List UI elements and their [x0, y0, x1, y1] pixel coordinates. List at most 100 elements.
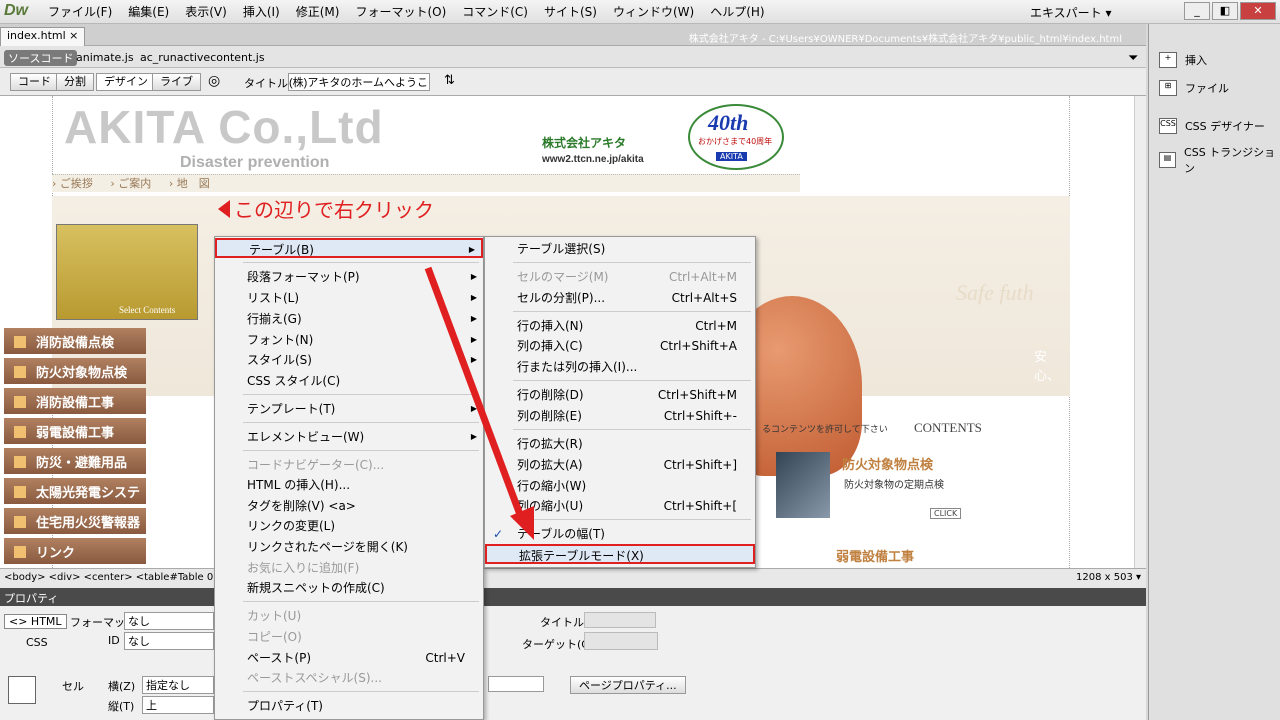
panel-insert[interactable]: + 挿入 — [1159, 52, 1207, 68]
refresh-icon[interactable]: ⇅ — [444, 73, 455, 88]
title-prop-input[interactable] — [584, 612, 656, 628]
panel-css-transitions[interactable]: ▤ CSS トランジション — [1159, 144, 1280, 176]
menu-item-label: 列の縮小(U) — [517, 499, 584, 513]
id-select[interactable]: なし — [124, 632, 214, 650]
menu-item[interactable]: 列の挿入(C) Ctrl+Shift+A — [485, 336, 755, 356]
sidenav-label: リンク — [36, 546, 76, 561]
menu-item-label: ペースト(P) — [247, 651, 311, 665]
menu-item-label: 行の縮小(W) — [517, 479, 587, 493]
menu-file[interactable]: ファイル(F) — [40, 4, 120, 20]
panel-files[interactable]: ⊞ ファイル — [1159, 80, 1229, 96]
menu-item[interactable]: フォント(N) ▶ — [215, 330, 483, 350]
menu-edit[interactable]: 編集(E) — [120, 4, 177, 20]
sidenav-item[interactable]: 防火対象物点検 — [4, 358, 146, 384]
click-button[interactable]: CLICK — [930, 508, 962, 519]
filter-icon[interactable]: ⏷ — [1128, 51, 1138, 66]
menu-item[interactable]: 行の挿入(N) Ctrl+M — [485, 316, 755, 336]
horizontal-select[interactable]: 指定なし — [142, 676, 214, 694]
sidenav-item[interactable]: 住宅用火災警報器 — [4, 508, 146, 534]
tab-index-html[interactable]: index.html × — [0, 27, 86, 46]
menu-item[interactable]: ペースト(P) Ctrl+V — [215, 648, 483, 668]
document-tabs: index.html × 株式会社アキタ - C:¥Users¥OWNER¥Do… — [0, 24, 1146, 46]
code-view-button[interactable]: コード — [10, 73, 59, 91]
nav-map[interactable]: › 地 図 — [169, 177, 210, 190]
shortcut-label: Ctrl+Alt+S — [671, 291, 737, 305]
menu-item[interactable]: 行の削除(D) Ctrl+Shift+M — [485, 385, 755, 405]
menu-item[interactable]: テーブル(B) ▶ — [215, 238, 483, 258]
menu-item[interactable]: 行揃え(G) ▶ — [215, 309, 483, 329]
menu-item[interactable]: エレメントビュー(W) ▶ — [215, 427, 483, 447]
format-select[interactable]: なし — [124, 612, 214, 630]
menu-item[interactable]: CSS スタイル(C) — [215, 371, 483, 391]
menu-item[interactable]: 列の削除(E) Ctrl+Shift+- — [485, 406, 755, 426]
menu-item[interactable]: タグを削除(V) <a> — [215, 496, 483, 516]
menu-item[interactable]: 行の縮小(W) — [485, 476, 755, 496]
menu-item[interactable]: テンプレート(T) ▶ — [215, 399, 483, 419]
sidenav-item[interactable]: 弱電設備工事 — [4, 418, 146, 444]
nav-greeting[interactable]: › ご挨拶 — [52, 177, 93, 190]
close-button[interactable]: ✕ — [1240, 2, 1276, 20]
related-files-bar: ソースコード animate.js ac_runactivecontent.js… — [0, 46, 1146, 68]
submenu-arrow-icon: ▶ — [470, 404, 477, 413]
minimize-button[interactable]: _ — [1184, 2, 1210, 20]
design-view-button[interactable]: デザイン — [96, 73, 156, 91]
restore-button[interactable]: ◧ — [1212, 2, 1238, 20]
menu-item[interactable]: HTML の挿入(H)... — [215, 475, 483, 495]
bg-color-input[interactable] — [488, 676, 544, 692]
menu-item-label: エレメントビュー(W) — [247, 430, 365, 444]
live-view-button[interactable]: ライブ — [152, 73, 201, 91]
menu-format[interactable]: フォーマット(O) — [347, 4, 454, 20]
menu-insert[interactable]: 挿入(I) — [235, 4, 288, 20]
menu-item[interactable]: 行の拡大(R) — [485, 434, 755, 454]
globe-icon[interactable]: ◎ — [208, 73, 220, 89]
menu-item[interactable]: 列の縮小(U) Ctrl+Shift+[ — [485, 496, 755, 516]
horizontal-label: 横(Z) — [108, 680, 136, 693]
workspace-switcher[interactable]: エキスパート ▾ — [1030, 4, 1111, 21]
menu-item[interactable]: スタイル(S) ▶ — [215, 350, 483, 370]
menu-item[interactable]: セルの分割(P)... Ctrl+Alt+S — [485, 288, 755, 308]
title-input[interactable] — [288, 73, 430, 91]
sidenav-item[interactable]: 太陽光発電システム — [4, 478, 146, 520]
nav-guide[interactable]: › ご案内 — [110, 177, 151, 190]
menu-separator — [513, 429, 751, 430]
vertical-scrollbar[interactable] — [1134, 96, 1146, 568]
sidenav-item[interactable]: 防災・避難用品 — [4, 448, 146, 474]
tab-close-icon[interactable]: × — [69, 29, 78, 42]
split-view-button[interactable]: 分割 — [56, 73, 94, 91]
menu-item[interactable]: リンクの変更(L) — [215, 516, 483, 536]
sidenav-item[interactable]: リンク — [4, 538, 146, 564]
vertical-select[interactable]: 上 — [142, 696, 214, 714]
menu-item[interactable]: プロパティ(T) — [215, 696, 483, 716]
menu-item[interactable]: 新規スニペットの作成(C) — [215, 578, 483, 598]
related-file-animate[interactable]: animate.js — [76, 51, 134, 64]
window-size[interactable]: 1208 x 503 ▾ — [1076, 572, 1141, 583]
menu-item[interactable]: テーブル選択(S) — [485, 239, 755, 259]
source-code-button[interactable]: ソースコード — [4, 50, 78, 66]
menu-item[interactable]: 行または列の挿入(I)... — [485, 357, 755, 377]
context-menu: テーブル(B) ▶ 段落フォーマット(P) ▶ リスト(L) ▶ 行揃え(G) ▶ フォント(N… — [214, 236, 484, 720]
menu-item: ペーストスペシャル(S)... — [215, 668, 483, 688]
menu-item-label: 新規スニペットの作成(C) — [247, 581, 385, 595]
menu-item[interactable]: 拡張テーブルモード(X) — [485, 544, 755, 564]
panel-css-designer[interactable]: CSS CSS デザイナー — [1159, 118, 1265, 134]
menu-item[interactable]: 段落フォーマット(P) ▶ — [215, 267, 483, 287]
shortcut-label: Ctrl+Alt+M — [668, 270, 737, 284]
right-panel: + 挿入 ⊞ ファイル CSS CSS デザイナー ▤ CSS トランジション — [1148, 24, 1280, 720]
menu-window[interactable]: ウィンドウ(W) — [605, 4, 702, 20]
sidenav-item[interactable]: 消防設備工事 — [4, 388, 146, 414]
html-mode-button[interactable]: <> HTML — [4, 614, 67, 629]
menu-help[interactable]: ヘルプ(H) — [702, 4, 772, 20]
menu-site[interactable]: サイト(S) — [536, 4, 605, 20]
css-mode-button[interactable]: CSS — [26, 636, 48, 649]
menu-item[interactable]: ✓ テーブルの幅(T) — [485, 524, 755, 544]
menu-item[interactable]: リスト(L) ▶ — [215, 288, 483, 308]
menu-item[interactable]: リンクされたページを開く(K) — [215, 537, 483, 557]
menu-view[interactable]: 表示(V) — [177, 4, 235, 20]
menu-modify[interactable]: 修正(M) — [288, 4, 348, 20]
related-file-ac[interactable]: ac_runactivecontent.js — [140, 51, 265, 64]
sidenav-item[interactable]: 消防設備点検 — [4, 328, 146, 354]
menu-commands[interactable]: コマンド(C) — [454, 4, 536, 20]
menu-item[interactable]: 列の拡大(A) Ctrl+Shift+] — [485, 455, 755, 475]
target-select[interactable] — [584, 632, 658, 650]
page-properties-button[interactable]: ページプロパティ... — [570, 676, 686, 694]
